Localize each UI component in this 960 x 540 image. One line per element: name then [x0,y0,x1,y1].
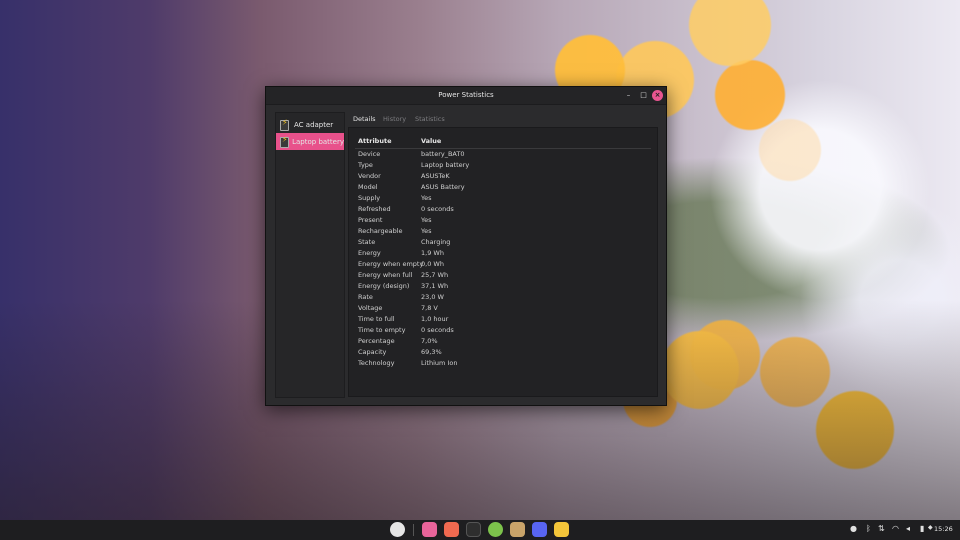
power-statistics-window: Power Statistics – □ × ⚡ AC adapter ⚡ La… [265,86,667,406]
value-cell: battery_BAT0 [421,150,465,158]
value-cell: 1,0 hour [421,315,449,323]
attribute-cell: Supply [358,194,381,202]
value-cell: 7,0% [421,337,438,345]
attribute-cell: State [358,238,376,246]
column-header-value[interactable]: Value [421,137,441,145]
close-button[interactable]: × [652,90,663,101]
tab-statistics[interactable]: Statistics [415,115,445,123]
tab-history[interactable]: History [383,115,406,123]
attribute-cell: Type [358,161,373,169]
archive-icon[interactable] [510,522,525,537]
value-cell: 23,0 W [421,293,444,301]
table-row[interactable]: Energy 1,9 Wh [355,248,651,259]
attribute-cell: Present [358,216,383,224]
tab-details[interactable]: Details [353,115,376,123]
table-row[interactable]: Energy (design) 37,1 Wh [355,281,651,292]
discord-icon[interactable] [532,522,547,537]
value-cell: 0 seconds [421,205,454,213]
table-row[interactable]: Voltage 7,8 V [355,303,651,314]
device-list: ⚡ AC adapter ⚡ Laptop battery [275,112,345,398]
table-row[interactable]: Energy when empty 0,0 Wh [355,259,651,270]
column-header-attribute[interactable]: Attribute [358,137,391,145]
sidebar-item-laptop-battery[interactable]: ⚡ Laptop battery [276,133,344,150]
table-row[interactable]: State Charging [355,237,651,248]
sidebar-item-label: AC adapter [294,120,334,129]
attribute-cell: Vendor [358,172,381,180]
sidebar-item-ac-adapter[interactable]: ⚡ AC adapter [276,116,344,133]
table-row[interactable]: Supply Yes [355,193,651,204]
value-cell: Lithium Ion [421,359,458,367]
taskbar: ● ᛒ ⇅ ◠ ◂ ▮ ◆ 15:26 [0,520,960,540]
table-row[interactable]: Model ASUS Battery [355,182,651,193]
value-cell: Yes [421,227,432,235]
table-row[interactable]: Time to full 1,0 hour [355,314,651,325]
mint-menu-icon[interactable] [390,522,405,537]
attribute-cell: Energy (design) [358,282,410,290]
network-icon[interactable]: ⇅ [878,524,885,533]
value-cell: Charging [421,238,451,246]
attribute-cell: Energy [358,249,381,257]
clock[interactable]: 15:26 [934,525,953,533]
window-title: Power Statistics [438,91,494,99]
attribute-cell: Energy when empty [358,260,424,268]
discord-tray-icon[interactable]: ● [850,524,857,533]
attribute-cell: Rechargeable [358,227,403,235]
value-cell: Yes [421,216,432,224]
volume-icon[interactable]: ◂ [906,524,910,533]
table-row[interactable]: Capacity 69,3% [355,347,651,358]
table-row[interactable]: Device battery_BAT0 [355,149,651,160]
table-row[interactable]: Refreshed 0 seconds [355,204,651,215]
minimize-button[interactable]: – [623,90,634,101]
attribute-cell: Time to empty [358,326,406,334]
table-row[interactable]: Energy when full 25,7 Wh [355,270,651,281]
title-bar[interactable]: Power Statistics – □ × [266,87,666,105]
battery-charging-icon: ⚡ [279,118,290,131]
battery-charging-icon: ⚡ [279,135,289,148]
attribute-cell: Refreshed [358,205,391,213]
attribute-cell: Rate [358,293,373,301]
value-cell: 25,7 Wh [421,271,449,279]
details-table: Attribute Value Device battery_BAT0 Type La… [348,127,658,397]
files-icon[interactable] [422,522,437,537]
attribute-cell: Device [358,150,381,158]
terminal-icon[interactable] [466,522,481,537]
attribute-cell: Energy when full [358,271,413,279]
table-row[interactable]: Type Laptop battery [355,160,651,171]
value-cell: Yes [421,194,432,202]
value-cell: 0,0 Wh [421,260,444,268]
maximize-button[interactable]: □ [638,90,649,101]
battery-icon[interactable]: ▮ [920,524,924,533]
value-cell: 7,8 V [421,304,438,312]
table-header: Attribute Value [355,133,651,149]
attribute-cell: Percentage [358,337,395,345]
table-row[interactable]: Percentage 7,0% [355,336,651,347]
value-cell: 37,1 Wh [421,282,449,290]
table-row[interactable]: Time to empty 0 seconds [355,325,651,336]
value-cell: ASUSTeK [421,172,450,180]
value-cell: 1,9 Wh [421,249,444,257]
app-store-icon[interactable] [444,522,459,537]
system-monitor-icon[interactable] [554,522,569,537]
attribute-cell: Technology [358,359,395,367]
table-row[interactable]: Vendor ASUSTeK [355,171,651,182]
bluetooth-icon[interactable]: ᛒ [866,524,871,533]
attribute-cell: Capacity [358,348,387,356]
sidebar-item-label: Laptop battery [292,137,344,146]
value-cell: Laptop battery [421,161,470,169]
attribute-cell: Model [358,183,378,191]
wifi-icon[interactable]: ◠ [892,524,899,533]
taskbar-separator [413,524,414,536]
value-cell: 0 seconds [421,326,454,334]
attribute-cell: Time to full [358,315,395,323]
value-cell: 69,3% [421,348,442,356]
table-row[interactable]: Technology Lithium Ion [355,358,651,369]
table-row[interactable]: Rechargeable Yes [355,226,651,237]
table-row[interactable]: Present Yes [355,215,651,226]
chrome-icon[interactable] [488,522,503,537]
table-row[interactable]: Rate 23,0 W [355,292,651,303]
value-cell: ASUS Battery [421,183,465,191]
notifications-icon[interactable]: ◆ [928,524,933,531]
attribute-cell: Voltage [358,304,383,312]
